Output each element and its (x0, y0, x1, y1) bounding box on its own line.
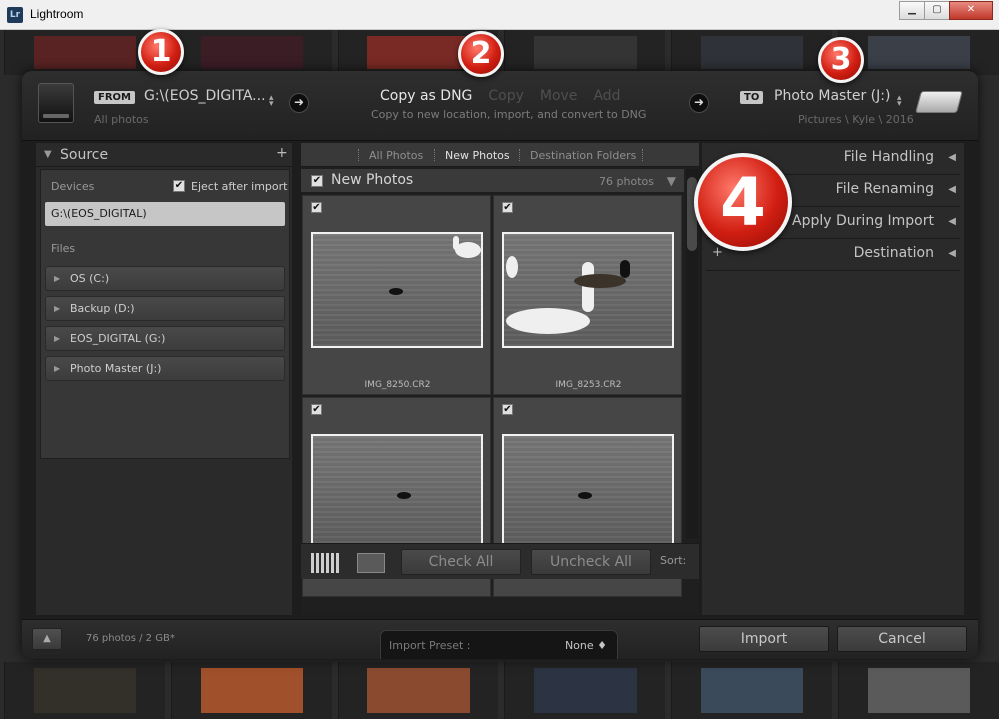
expand-left-icon: ◀ (948, 216, 956, 227)
source-updown-icon[interactable]: ▴ ▾ (269, 94, 274, 109)
expand-left-icon: ◀ (948, 248, 956, 259)
grid-scrollbar[interactable] (686, 169, 698, 539)
file-item-eos-digital-g[interactable]: ▶ EOS_DIGITAL (G:) (45, 326, 285, 351)
callout-badge-3: 3 (818, 37, 864, 83)
tab-destination-folders[interactable]: Destination Folders (530, 149, 636, 162)
thumbnail-filename: IMG_8253.CR2 (555, 380, 622, 390)
source-title: Source (60, 147, 109, 163)
thumbnail-cell[interactable]: ✔ IMG_8250.CR2 (302, 195, 491, 395)
eject-label: Eject after import (191, 180, 288, 193)
callout-badge-4: 4 (694, 153, 792, 251)
sort-label: Sort: (660, 554, 687, 567)
arrow-right-icon: ➜ (289, 93, 309, 113)
expand-triangle-icon: ▶ (54, 304, 61, 313)
import-dialog: FROM G:\(EOS_DIGITA... ▴ ▾ All photos ➜ C… (22, 71, 978, 659)
destination-path-selector[interactable]: Photo Master (J:) (774, 88, 890, 104)
grid-title: New Photos (331, 172, 414, 188)
thumbnail-image (502, 232, 674, 348)
thumbnail-image (311, 232, 483, 348)
mode-description: Copy to new location, import, and conver… (371, 108, 647, 121)
window-controls: ▁ ▢ ✕ (899, 1, 993, 20)
grid-view-icon[interactable] (311, 553, 339, 573)
arrow-right-icon-2: ➜ (689, 93, 709, 113)
maximize-button[interactable]: ▢ (924, 1, 950, 20)
thumbnail-checkbox[interactable]: ✔ (502, 404, 513, 415)
thumbnail-image (311, 434, 483, 550)
grid-toolbar: Check All Uncheck All Sort: (301, 543, 699, 579)
photo-grid-area: All Photos New Photos Destination Folder… (301, 143, 699, 615)
source-sub: All photos (94, 113, 149, 126)
mode-move[interactable]: Move (540, 88, 578, 104)
file-item-photo-master-j[interactable]: ▶ Photo Master (J:) (45, 356, 285, 381)
add-folder-icon[interactable]: + (712, 245, 723, 260)
import-modes: Copy as DNG Copy Move Add (380, 88, 621, 104)
preset-label: Import Preset : (389, 639, 471, 652)
devices-box: Devices ✔ Eject after import G:\(EOS_DIG… (40, 169, 290, 459)
mode-copy[interactable]: Copy (488, 88, 524, 104)
thumbnail-checkbox[interactable]: ✔ (502, 202, 513, 213)
devices-label: Devices (51, 180, 95, 193)
expand-left-icon: ◀ (948, 152, 956, 163)
lightroom-app-icon: Lr (7, 7, 23, 23)
window-titlebar: Lr Lightroom ▁ ▢ ✕ (0, 0, 999, 30)
source-path-selector[interactable]: G:\(EOS_DIGITA... (144, 88, 266, 104)
device-eos-digital[interactable]: G:\(EOS_DIGITAL) (45, 202, 285, 226)
photo-count: 76 photos (599, 175, 654, 188)
from-tag: FROM (94, 91, 135, 104)
thumbnail-cell[interactable]: ✔ IMG_8253.CR2 (493, 195, 682, 395)
import-stats: 76 photos / 2 GB* (86, 633, 175, 644)
thumbnail-image (502, 434, 674, 550)
dest-updown-icon[interactable]: ▴ ▾ (897, 94, 902, 109)
window-title: Lightroom (30, 7, 84, 21)
preset-value: None ♦ (564, 639, 607, 652)
new-photos-checkbox[interactable]: ✔ (311, 175, 323, 187)
source-header[interactable]: ▼ Source + (36, 143, 292, 167)
file-item-os-c[interactable]: ▶ OS (C:) (45, 266, 285, 291)
to-tag: TO (740, 91, 764, 104)
check-all-button[interactable]: Check All (401, 549, 521, 575)
callout-badge-2: 2 (458, 31, 504, 77)
background-grid-bottom (0, 662, 999, 719)
grid-header: ✔ New Photos 76 photos ▼ (301, 169, 684, 193)
import-bottombar: ▲ 76 photos / 2 GB* Import Preset : None… (22, 619, 978, 659)
show-more-icon[interactable]: ▲ (32, 628, 62, 650)
mode-add[interactable]: Add (593, 88, 620, 104)
import-preset-selector[interactable]: Import Preset : None ♦ (380, 630, 618, 659)
thumbnail-filename: IMG_8250.CR2 (364, 380, 431, 390)
source-drive-icon (38, 83, 74, 123)
view-tabs: All Photos New Photos Destination Folder… (301, 143, 699, 167)
thumbnail-checkbox[interactable]: ✔ (311, 404, 322, 415)
cancel-button[interactable]: Cancel (837, 626, 967, 652)
tab-new-photos[interactable]: New Photos (445, 149, 510, 162)
source-panel: ▼ Source + Devices ✔ Eject after import … (36, 143, 292, 615)
thumbnail-checkbox[interactable]: ✔ (311, 202, 322, 213)
collapse-grid-icon[interactable]: ▼ (667, 174, 676, 188)
uncheck-all-button[interactable]: Uncheck All (531, 549, 651, 575)
callout-badge-1: 1 (138, 29, 184, 75)
destination-sub: Pictures \ Kyle \ 2016 (798, 113, 914, 126)
tab-all-photos[interactable]: All Photos (369, 149, 423, 162)
collapse-triangle-icon[interactable]: ▼ (44, 149, 52, 160)
loupe-view-icon[interactable] (357, 553, 385, 573)
minimize-button[interactable]: ▁ (899, 1, 925, 20)
add-source-icon[interactable]: + (276, 145, 288, 161)
expand-triangle-icon: ▶ (54, 334, 61, 343)
expand-left-icon: ◀ (948, 184, 956, 195)
expand-triangle-icon: ▶ (54, 364, 61, 373)
close-button[interactable]: ✕ (949, 1, 993, 20)
files-label: Files (51, 242, 76, 255)
eject-checkbox[interactable]: ✔ (173, 180, 185, 192)
mode-copy-as-dng[interactable]: Copy as DNG (380, 88, 472, 104)
destination-drive-icon (915, 91, 963, 113)
file-item-backup-d[interactable]: ▶ Backup (D:) (45, 296, 285, 321)
import-button[interactable]: Import (699, 626, 829, 652)
expand-triangle-icon: ▶ (54, 274, 61, 283)
